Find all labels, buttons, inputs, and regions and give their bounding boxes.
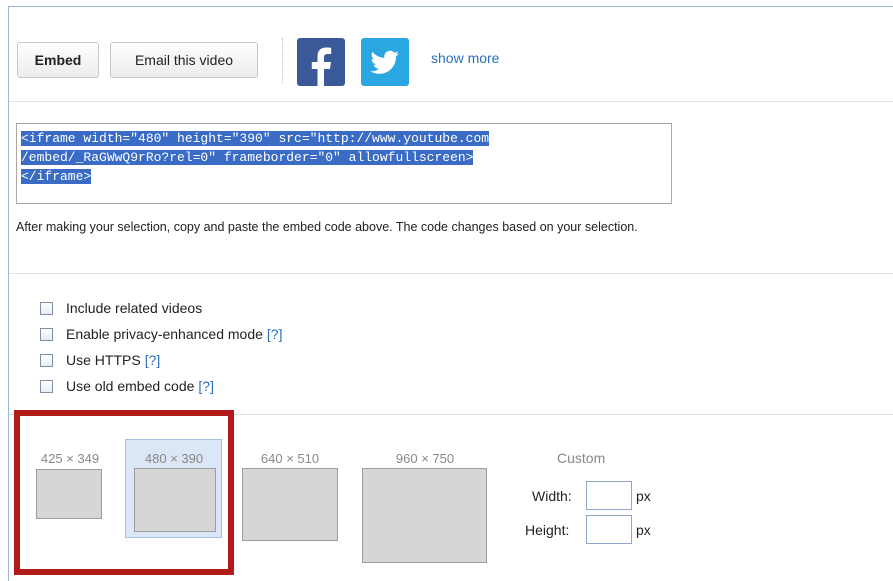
custom-size-title: Custom: [557, 450, 606, 466]
facebook-icon[interactable]: [297, 38, 345, 86]
embed-button[interactable]: Embed: [17, 42, 99, 78]
divider: [9, 101, 893, 102]
help-link[interactable]: [?]: [198, 378, 214, 394]
embed-help-text: After making your selection, copy and pa…: [16, 220, 638, 234]
option-privacy-enhanced[interactable]: Enable privacy-enhanced mode [?]: [40, 324, 282, 344]
height-unit: px: [636, 522, 651, 538]
option-label: Include related videos: [66, 300, 203, 316]
size-label: 640 × 510: [260, 451, 320, 466]
size-option-960[interactable]: [362, 468, 487, 563]
twitter-icon[interactable]: [361, 38, 409, 86]
option-old-embed[interactable]: Use old embed code [?]: [40, 376, 214, 396]
width-label: Width:: [532, 488, 572, 504]
email-video-button[interactable]: Email this video: [110, 42, 258, 78]
panel-left-border: [8, 6, 9, 581]
highlight-annotation-box: [14, 410, 234, 575]
option-label: Use HTTPS: [66, 352, 141, 368]
option-include-related[interactable]: Include related videos: [40, 298, 202, 318]
option-label: Enable privacy-enhanced mode: [66, 326, 263, 342]
show-more-link[interactable]: show more: [431, 50, 499, 66]
option-label: Use old embed code: [66, 378, 195, 394]
embed-code-line: <iframe width="480" height="390" src="ht…: [21, 131, 490, 146]
height-input[interactable]: [586, 515, 632, 544]
privacy-enhanced-checkbox[interactable]: [40, 327, 53, 341]
size-label: 960 × 750: [395, 451, 455, 466]
embed-code-line: /embed/_RaGWwQ9rRo?rel=0" frameborder="0…: [21, 150, 474, 165]
option-https[interactable]: Use HTTPS [?]: [40, 350, 160, 370]
https-checkbox[interactable]: [40, 353, 53, 367]
width-input[interactable]: [586, 481, 632, 510]
old-embed-checkbox[interactable]: [40, 379, 53, 393]
embed-code-textarea[interactable]: <iframe width="480" height="390" src="ht…: [16, 123, 672, 204]
height-label: Height:: [525, 522, 570, 538]
toolbar-divider: [282, 38, 283, 84]
include-related-checkbox[interactable]: [40, 301, 53, 315]
help-link[interactable]: [?]: [145, 352, 161, 368]
divider: [9, 273, 893, 274]
panel-top-border: [8, 6, 893, 7]
width-unit: px: [636, 488, 651, 504]
size-option-640[interactable]: [242, 468, 338, 541]
help-link[interactable]: [?]: [267, 326, 283, 342]
embed-code-line: </iframe>: [21, 169, 92, 184]
